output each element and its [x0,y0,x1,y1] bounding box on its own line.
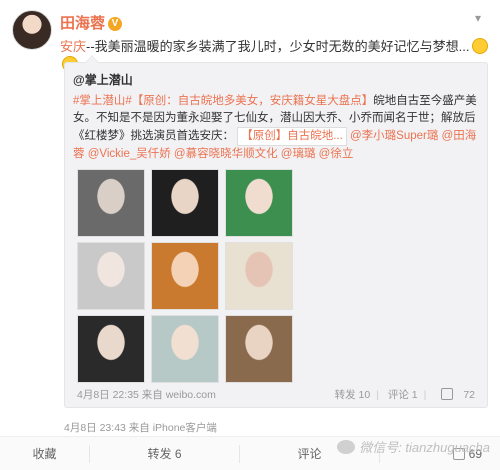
post-meta: 4月8日 23:43 来自 iPhone客户端 [64,422,217,434]
author-name[interactable]: 田海蓉 V [60,12,123,33]
repost-button[interactable]: 转发 6 [90,444,240,463]
favorite-button[interactable]: 收藏 [0,444,90,463]
post-body: --我美丽温暖的家乡装满了我儿时，少女时无数的美好记忆与梦想... [86,39,470,54]
repost-meta: 4月8日 22:35 来自 weibo.com [77,389,216,401]
photo-7[interactable] [77,315,145,383]
photo-9[interactable] [225,315,293,383]
author-name-text[interactable]: 田海蓉 [60,15,105,32]
repost-repost-link[interactable]: 转发 10 [335,389,371,401]
repost-comment-link[interactable]: 评论 1 [388,389,418,401]
reposted-card[interactable]: @掌上潜山 #掌上潜山#【原创：自古皖地多美女，安庆籍女星大盘点】皖地自古至今盛… [64,55,488,408]
location-tag[interactable]: 安庆 [60,39,86,54]
article-link[interactable]: 【原创】自古皖地... [237,127,347,146]
smile-emoji-icon [471,38,488,54]
photo-4[interactable] [77,242,145,310]
repost-like-link[interactable]: 72 [435,388,475,401]
photo-1[interactable] [77,169,145,237]
thumb-up-icon [441,388,454,400]
repost-title[interactable]: 【原创：自古皖地多美女，安庆籍女星大盘点】 [132,95,374,107]
verified-badge: V [108,17,123,32]
photo-2[interactable] [151,169,219,237]
wechat-icon [337,440,356,454]
photo-grid [77,169,293,383]
weibo-post: 田海蓉 V ▾ 安庆--我美丽温暖的家乡装满了我儿时，少女时无数的美好记忆与梦想.… [0,0,500,470]
photo-6[interactable] [225,242,293,310]
repost-author[interactable]: @掌上潜山 [73,71,133,88]
photo-8[interactable] [151,315,219,383]
repost-text: #掌上潜山#【原创：自古皖地多美女，安庆籍女星大盘点】皖地自古至今盛产美女。不知… [73,93,483,163]
photo-5[interactable] [151,242,219,310]
watermark: 微信号: tianzhuguacha [337,437,490,456]
author-avatar[interactable] [12,10,52,50]
topic-link[interactable]: #掌上潜山# [73,95,132,107]
repost-actions: 转发 10 | 评论 1 | 72 [334,388,475,401]
photo-3[interactable] [225,169,293,237]
chevron-down-icon[interactable]: ▾ [470,10,486,26]
